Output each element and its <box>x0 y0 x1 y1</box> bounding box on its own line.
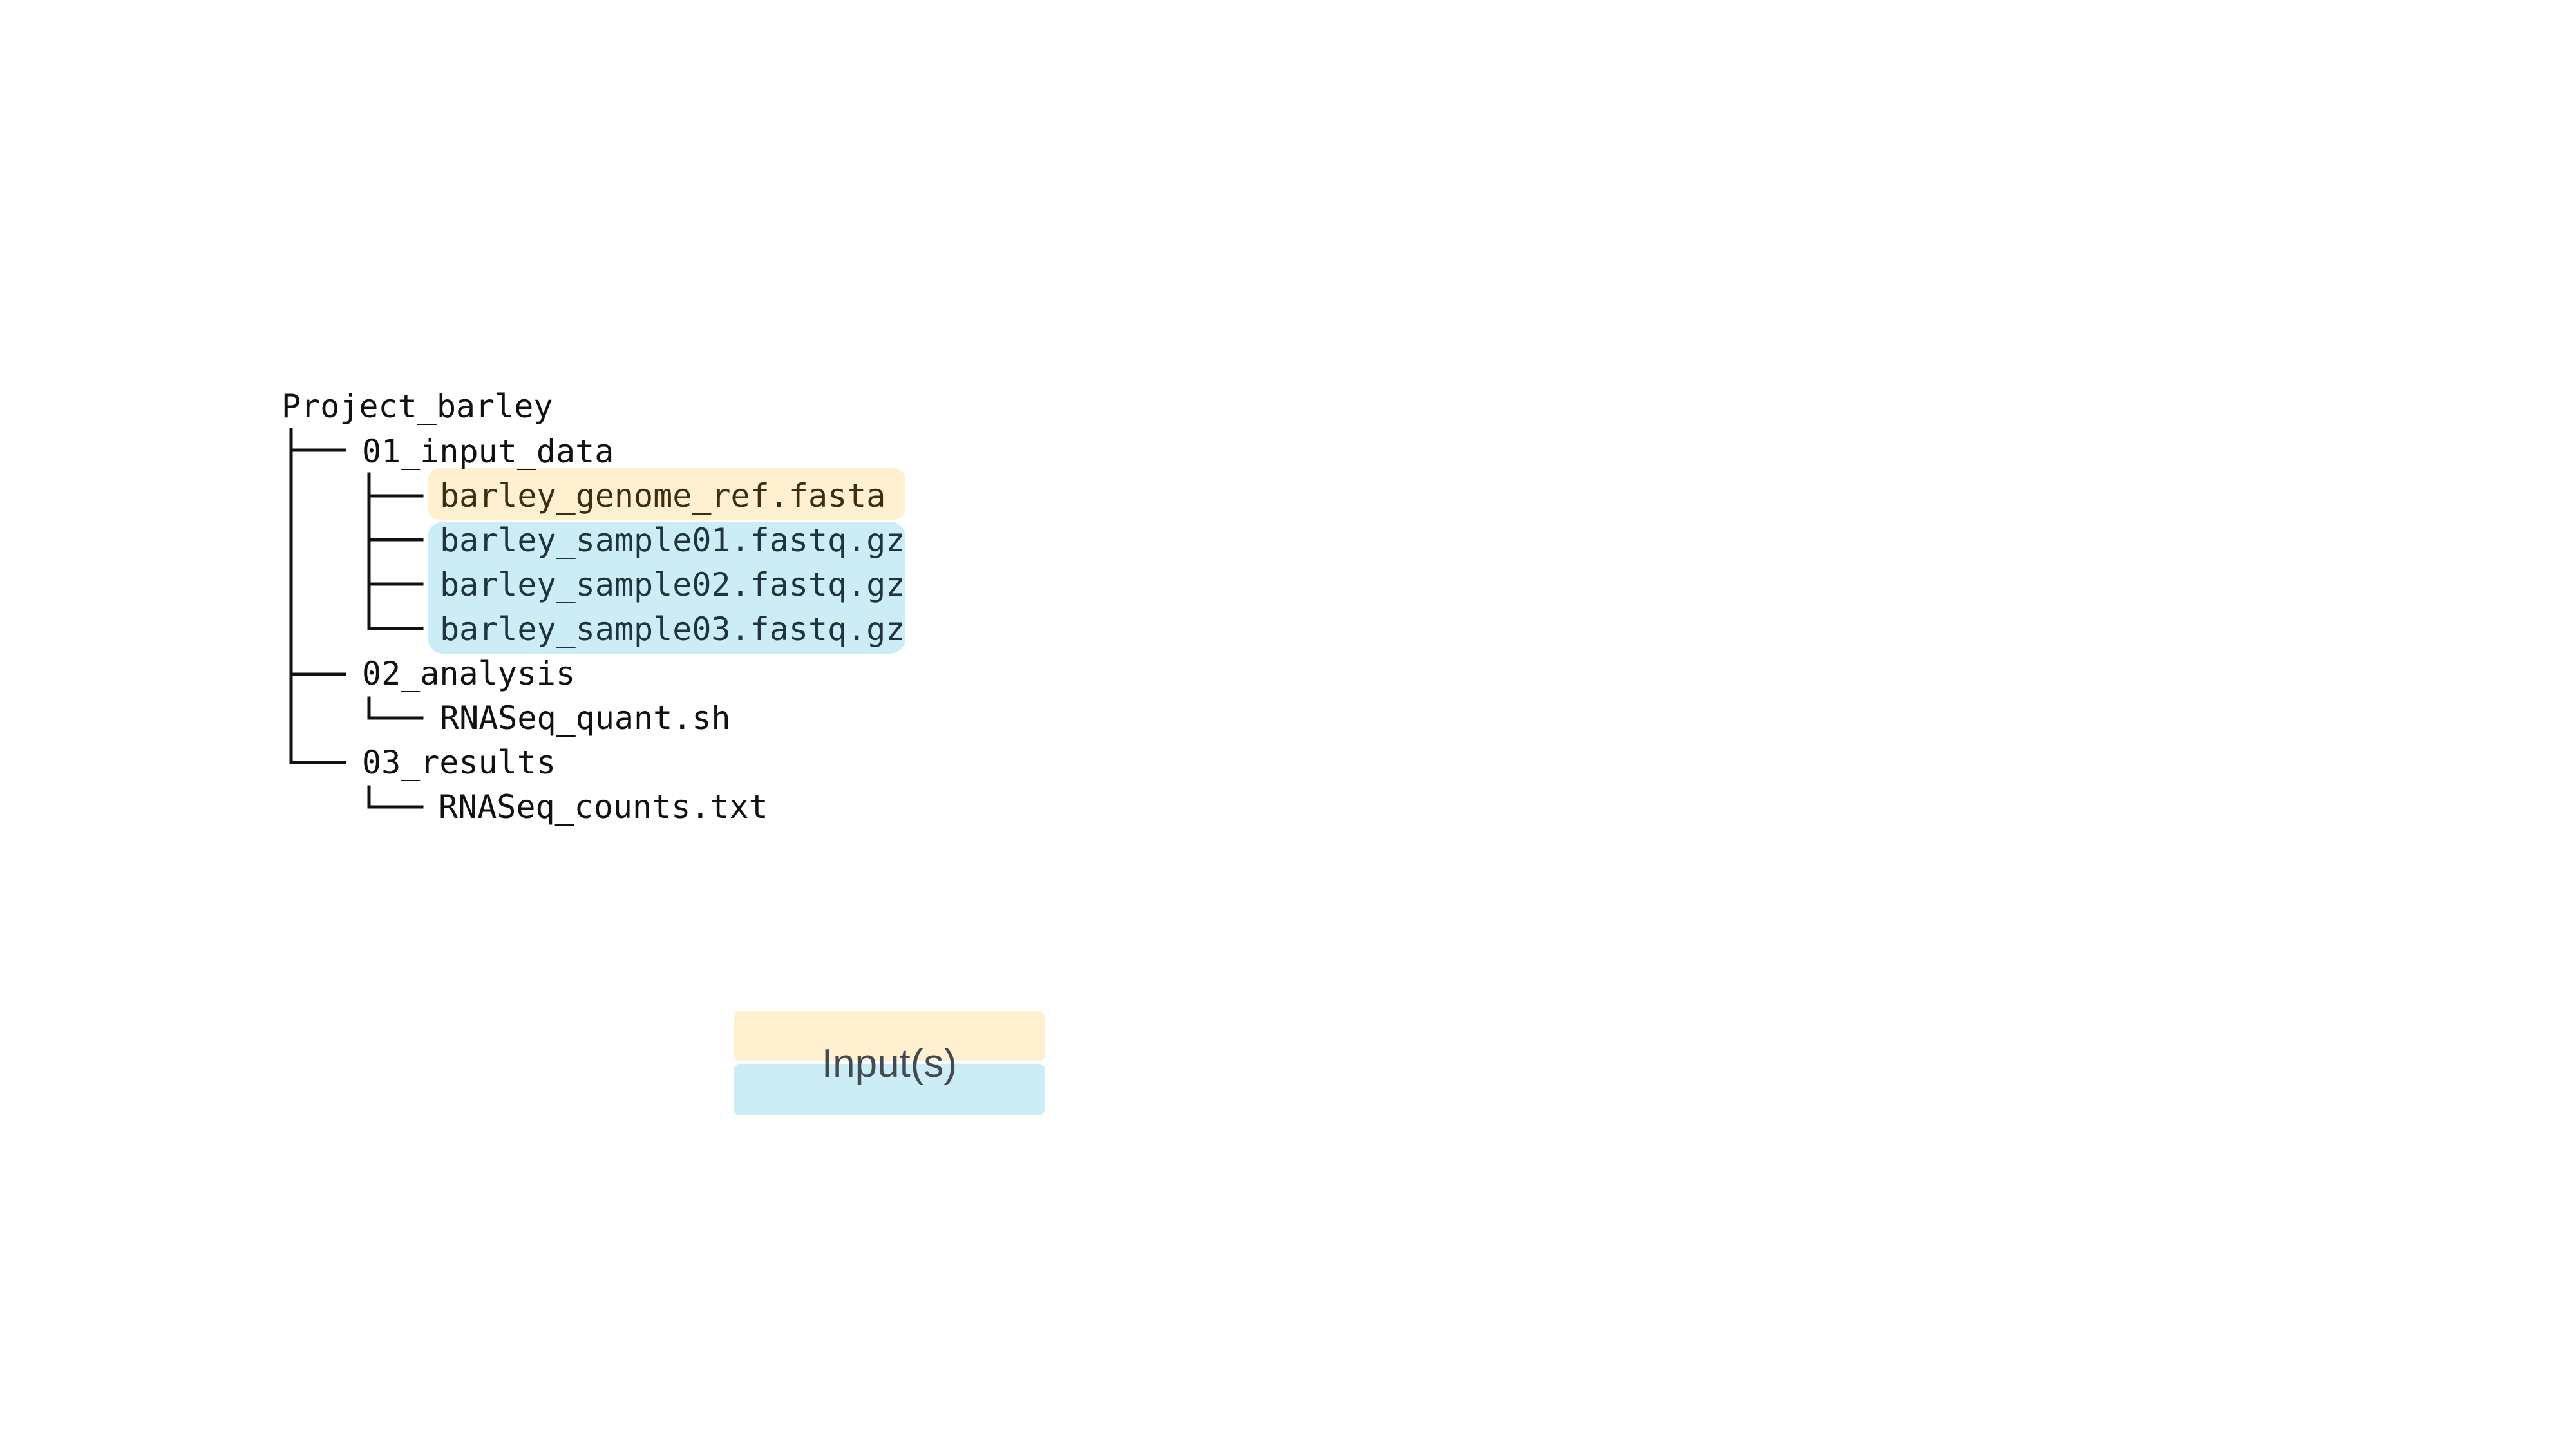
file-barley-sample01: barley_sample01.fastq.gz <box>440 522 905 559</box>
branch-quant-script <box>367 696 424 720</box>
input-legend: Input(s) <box>734 1011 1045 1115</box>
file-rnaseq-counts: RNASeq_counts.txt <box>439 788 768 826</box>
file-barley-genome-ref: barley_genome_ref.fasta <box>440 477 886 515</box>
folder-03-results: 03_results <box>362 744 556 781</box>
file-barley-sample02: barley_sample02.fastq.gz <box>440 566 905 603</box>
file-barley-sample03: barley_sample03.fastq.gz <box>440 611 905 648</box>
root-folder-label: Project_barley <box>281 388 553 425</box>
legend-label: Input(s) <box>821 1041 958 1086</box>
diagram-canvas: Project_barley 01_input_data barley_geno… <box>0 0 2576 1449</box>
file-tree: Project_barley 01_input_data barley_geno… <box>281 388 905 826</box>
branch-counts-file <box>367 785 424 809</box>
file-rnaseq-quant-script: RNASeq_quant.sh <box>440 699 731 737</box>
folder-01-input-data: 01_input_data <box>362 433 614 470</box>
folder-02-analysis: 02_analysis <box>362 655 575 692</box>
